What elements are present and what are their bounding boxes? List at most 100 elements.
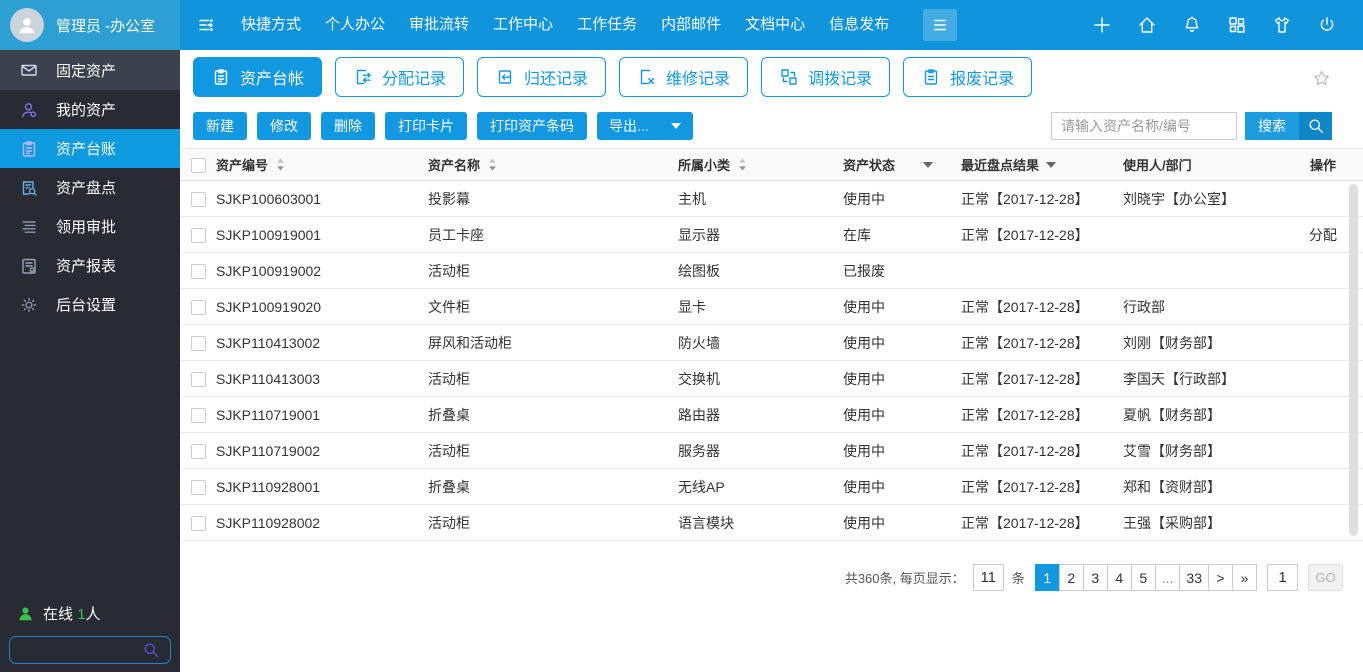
sidebar-item-label: 后台设置 (56, 297, 117, 314)
hamburger-button[interactable] (923, 9, 958, 41)
table-cell: 正常【2017-12-28】 (961, 468, 1123, 505)
toolbar-button-打印卡片[interactable]: 打印卡片 (385, 112, 467, 140)
page-button-4[interactable]: 4 (1106, 564, 1132, 591)
total-count-label: 共360条, 每页显示： (844, 571, 965, 586)
sidebar-item-领用审批[interactable]: 领用审批 (0, 207, 180, 246)
page-button-3[interactable]: 3 (1082, 564, 1108, 591)
row-checkbox[interactable] (190, 479, 206, 495)
row-action-link[interactable]: 分配 (1309, 227, 1337, 243)
plus-button[interactable] (1092, 15, 1112, 35)
toolbar-button-新建[interactable]: 新建 (193, 112, 247, 140)
go-button[interactable]: GO (1308, 564, 1343, 591)
tab-分配记录[interactable]: 分配记录 (335, 57, 465, 97)
tab-归还记录[interactable]: 归还记录 (477, 57, 607, 97)
tab-label: 报废记录 (950, 71, 1015, 88)
vertical-scrollbar[interactable] (1349, 184, 1358, 536)
last-page-button[interactable]: » (1232, 564, 1257, 591)
table-cell: 使用中 (843, 324, 961, 361)
table-cell: 使用中 (843, 360, 961, 397)
goto-page-input[interactable] (1267, 564, 1298, 591)
row-checkbox[interactable] (190, 407, 206, 423)
sort-icon[interactable] (275, 157, 286, 172)
row-checkbox[interactable] (190, 227, 206, 243)
user-avatar-icon (16, 14, 38, 36)
toolbar-button-修改[interactable]: 修改 (257, 112, 311, 140)
table-cell: 文件柜 (428, 288, 678, 325)
hamburger-icon (930, 15, 950, 35)
nav-item[interactable]: 个人办公 (313, 0, 397, 50)
row-checkbox[interactable] (190, 515, 206, 531)
row-checkbox[interactable] (190, 299, 206, 315)
favorite-star-icon[interactable] (1312, 69, 1331, 88)
power-button[interactable] (1317, 15, 1337, 35)
table-cell: 王强【采购部】 (1123, 504, 1283, 541)
page-size-input[interactable] (972, 564, 1004, 591)
user-panel[interactable]: 管理员 -办公室 (0, 0, 180, 50)
sort-icon[interactable] (487, 157, 498, 172)
page-button-1[interactable]: 1 (1034, 564, 1060, 591)
table-cell: 主机 (678, 180, 843, 217)
page-button-2[interactable]: 2 (1058, 564, 1084, 591)
user-name: 管理员 -办公室 (56, 17, 156, 35)
search-button[interactable]: 搜索 (1245, 112, 1332, 140)
row-checkbox[interactable] (190, 443, 206, 459)
nav-item[interactable]: 审批流转 (397, 0, 481, 50)
page-button-5[interactable]: 5 (1130, 564, 1156, 591)
table-cell: 在库 (843, 216, 961, 253)
home-button[interactable] (1137, 15, 1157, 35)
table-cell: 屏风和活动柜 (428, 324, 678, 361)
sidebar-search-input[interactable] (19, 641, 141, 659)
sidebar-item-固定资产[interactable]: 固定资产 (0, 50, 180, 90)
sidebar-item-后台设置[interactable]: 后台设置 (0, 285, 180, 324)
toolbar-button-打印资产条码[interactable]: 打印资产条码 (477, 112, 587, 140)
sidebar-item-label: 资产台账 (56, 141, 117, 158)
asset-search-input[interactable] (1051, 112, 1237, 140)
nav-item[interactable]: 工作任务 (565, 0, 649, 50)
search-icon[interactable] (141, 640, 161, 660)
export-button[interactable]: 导出... (597, 112, 693, 140)
tab-维修记录[interactable]: 维修记录 (619, 57, 749, 97)
row-checkbox[interactable] (190, 191, 206, 207)
nav-item[interactable]: 内部邮件 (649, 0, 733, 50)
header-nav: 快捷方式 个人办公 审批流转 工作中心 工作任务 内部邮件 文档中心 信息发布 (229, 0, 901, 50)
nav-item[interactable]: 信息发布 (817, 0, 901, 50)
table-cell: 使用中 (843, 468, 961, 505)
asset-table-area: 资产编号 资产名称 所属小类 资产状态 最近盘点结果 使用人/部门 操作 SJKP10060… (180, 148, 1363, 541)
table-cell: 夏帆【财务部】 (1123, 396, 1283, 433)
nav-item[interactable]: 快捷方式 (229, 0, 313, 50)
apps-icon (1227, 15, 1247, 35)
apps-button[interactable] (1227, 15, 1247, 35)
tab-label: 归还记录 (524, 71, 589, 88)
next-page-button[interactable]: > (1208, 564, 1233, 591)
toolbar-button-删除[interactable]: 删除 (321, 112, 375, 140)
table-cell: 使用中 (843, 288, 961, 325)
table-row: SJKP110928001 折叠桌 无线AP 使用中 正常【2017-12-28】 郑和【… (180, 468, 1363, 505)
sidebar-bottom: 在线 1人 (0, 603, 180, 664)
row-checkbox[interactable] (190, 335, 206, 351)
row-checkbox[interactable] (190, 371, 206, 387)
tab-label: 维修记录 (666, 71, 731, 88)
menu-list-icon[interactable] (196, 15, 216, 35)
page-button-33[interactable]: 33 (1179, 564, 1209, 591)
select-all-checkbox[interactable] (190, 157, 206, 173)
table-cell: SJKP100919020 (216, 288, 428, 325)
row-checkbox[interactable] (190, 263, 206, 279)
bell-button[interactable] (1182, 15, 1202, 35)
nav-item[interactable]: 文档中心 (733, 0, 817, 50)
table-row: SJKP110928002 活动柜 语言模块 使用中 正常【2017-12-28】 王强【… (180, 504, 1363, 541)
clipboard-icon (211, 67, 231, 87)
sidebar-item-资产报表[interactable]: 资产报表 (0, 246, 180, 285)
tab-报废记录[interactable]: 报废记录 (903, 57, 1033, 97)
nav-item[interactable]: 工作中心 (481, 0, 565, 50)
sort-icon[interactable] (737, 157, 748, 172)
sidebar-item-资产台账[interactable]: 资产台账 (0, 129, 180, 168)
tab-调拨记录[interactable]: 调拨记录 (761, 57, 891, 97)
shirt-button[interactable] (1272, 15, 1292, 35)
tab-资产台帐[interactable]: 资产台帐 (193, 57, 323, 97)
sidebar-item-资产盘点[interactable]: 资产盘点 (0, 168, 180, 207)
table-cell: 防火墙 (678, 324, 843, 361)
search-icon (1299, 112, 1332, 140)
filter-caret-icon[interactable] (923, 161, 934, 168)
filter-caret-icon[interactable] (1046, 161, 1057, 168)
sidebar-item-我的资产[interactable]: 我的资产 (0, 90, 180, 129)
